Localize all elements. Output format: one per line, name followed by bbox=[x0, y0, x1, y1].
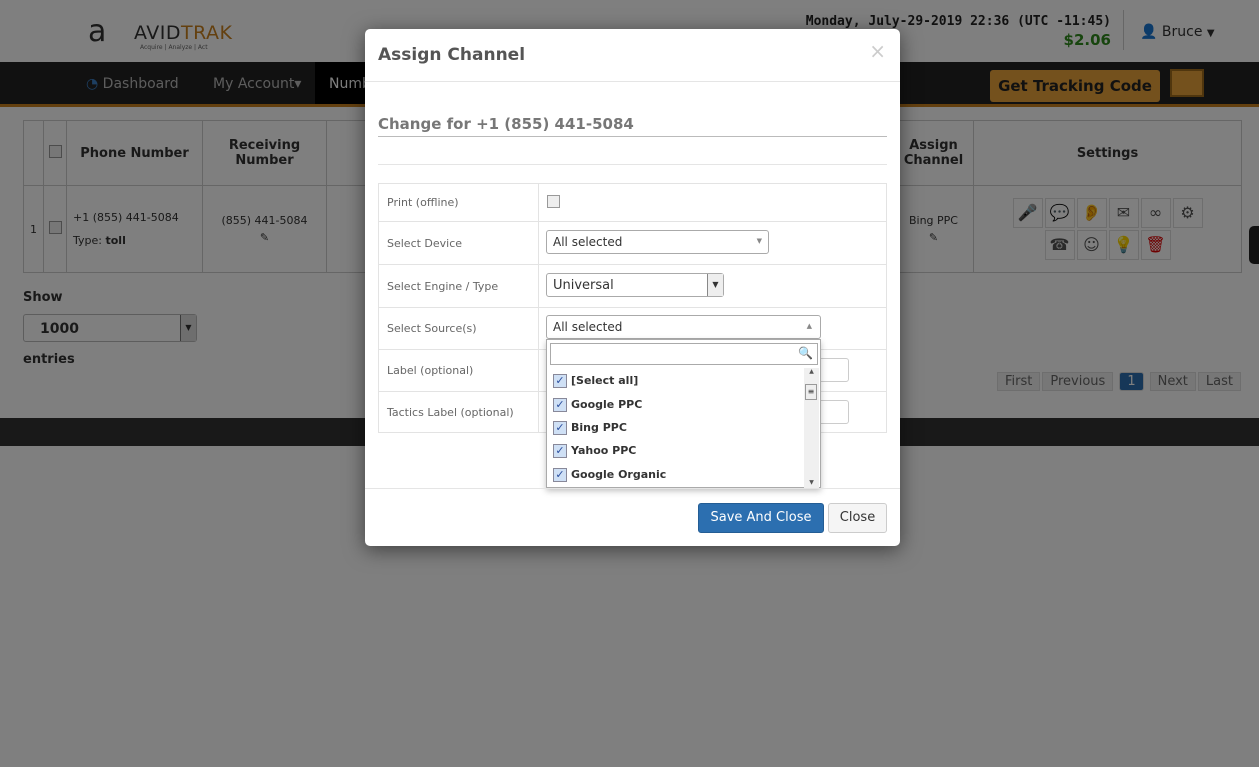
divider bbox=[365, 81, 900, 82]
close-icon[interactable]: × bbox=[869, 39, 886, 63]
label-print: Print (offline) bbox=[378, 183, 539, 222]
sources-value: All selected bbox=[553, 320, 623, 334]
checkbox-checked-icon: ✓ bbox=[553, 398, 567, 412]
source-option[interactable]: ✓ Google PPC bbox=[553, 398, 642, 412]
caret-down-icon: ▼ bbox=[756, 237, 762, 245]
checkbox-checked-icon: ✓ bbox=[553, 421, 567, 435]
change-for-heading: Change for +1 (855) 441-5084 bbox=[378, 115, 634, 133]
print-checkbox[interactable] bbox=[547, 194, 560, 208]
label-device: Select Device bbox=[378, 221, 539, 265]
option-label: Google Organic bbox=[571, 468, 667, 481]
sources-dropdown: 🔍 ✓ [Select all] ✓ Google PPC ✓ Bing PPC ✓ Y… bbox=[546, 339, 821, 488]
label-tactics: Tactics Label (optional) bbox=[378, 391, 539, 433]
scrollbar[interactable]: ▲ ≡ ▼ bbox=[804, 368, 819, 488]
assign-channel-modal: Assign Channel × Change for +1 (855) 441… bbox=[365, 29, 900, 546]
label-sources: Select Source(s) bbox=[378, 307, 539, 350]
option-label: Yahoo PPC bbox=[571, 444, 637, 457]
divider bbox=[365, 488, 900, 489]
engine-value: Universal bbox=[553, 278, 614, 293]
option-label: Google PPC bbox=[571, 398, 643, 411]
sources-search-input[interactable]: 🔍 bbox=[550, 343, 818, 365]
divider bbox=[378, 136, 887, 137]
label-label: Label (optional) bbox=[378, 349, 539, 392]
caret-down-icon: ▼ bbox=[707, 274, 723, 296]
option-label: [Select all] bbox=[571, 374, 639, 387]
search-icon: 🔍 bbox=[798, 346, 813, 360]
device-select[interactable]: All selected ▼ bbox=[546, 230, 769, 254]
device-value: All selected bbox=[553, 235, 623, 249]
divider bbox=[378, 164, 887, 165]
source-option[interactable]: ✓ Google Organic bbox=[553, 468, 666, 482]
source-option[interactable]: ✓ [Select all] bbox=[553, 374, 638, 388]
checkbox-checked-icon: ✓ bbox=[553, 444, 567, 458]
engine-select[interactable]: Universal ▼ bbox=[546, 273, 724, 297]
source-option[interactable]: ✓ Yahoo PPC bbox=[553, 444, 636, 458]
label-engine: Select Engine / Type bbox=[378, 264, 539, 308]
modal-title: Assign Channel bbox=[378, 45, 526, 65]
checkbox-checked-icon: ✓ bbox=[553, 374, 567, 388]
scroll-up-icon[interactable]: ▲ bbox=[804, 368, 819, 375]
option-label: Bing PPC bbox=[571, 421, 627, 434]
checkbox-checked-icon: ✓ bbox=[553, 468, 567, 482]
scrollbar-thumb[interactable]: ≡ bbox=[805, 384, 817, 400]
scroll-down-icon[interactable]: ▼ bbox=[804, 479, 819, 486]
caret-up-icon: ▲ bbox=[806, 322, 812, 330]
close-button[interactable]: Close bbox=[828, 503, 887, 533]
sources-select[interactable]: All selected ▲ bbox=[546, 315, 821, 339]
save-and-close-button[interactable]: Save And Close bbox=[698, 503, 824, 533]
source-option[interactable]: ✓ Bing PPC bbox=[553, 421, 627, 435]
